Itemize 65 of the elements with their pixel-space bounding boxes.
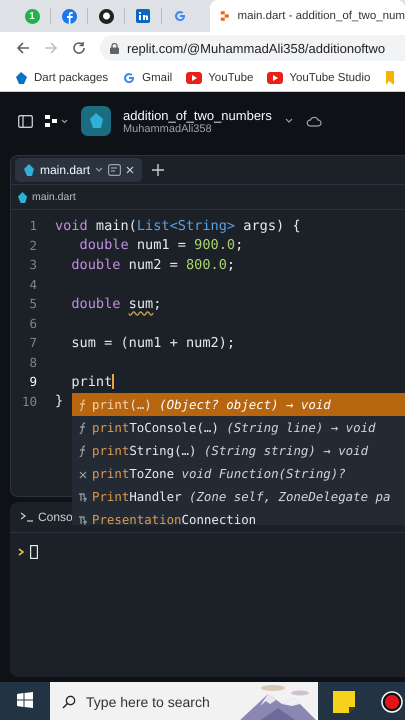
text-cursor bbox=[30, 545, 38, 559]
pinned-tab-icon[interactable] bbox=[98, 8, 114, 24]
record-icon[interactable] bbox=[381, 691, 403, 713]
replit-icon bbox=[220, 10, 230, 22]
code-line: double num2 = 800.0; bbox=[70, 256, 236, 273]
bookmark[interactable]: YouTube bbox=[186, 72, 254, 84]
completion-item[interactable]: printString(…) (String string) → void bbox=[72, 439, 405, 462]
dart-icon bbox=[14, 70, 28, 84]
line-number: 9 bbox=[28, 374, 38, 390]
completion-item[interactable]: printToZone void Function(String)? bbox=[72, 462, 405, 485]
back-icon[interactable] bbox=[16, 41, 30, 55]
reload-icon[interactable] bbox=[72, 41, 86, 55]
code-line: } bbox=[55, 393, 64, 410]
line-number: 3 bbox=[28, 257, 38, 272]
bookmark[interactable]: YouTube Studio bbox=[267, 72, 370, 84]
play-icon bbox=[186, 72, 202, 84]
project-logo[interactable] bbox=[81, 106, 111, 136]
tree-icon[interactable] bbox=[45, 114, 69, 128]
search-icon bbox=[62, 695, 76, 709]
code-line: print bbox=[70, 374, 112, 390]
code-line: double sum; bbox=[70, 296, 162, 312]
preview-icon[interactable] bbox=[108, 164, 122, 176]
google-icon bbox=[122, 70, 136, 84]
play-icon bbox=[267, 72, 284, 84]
completion-item[interactable]: printToConsole(…) (String line) → void bbox=[72, 416, 405, 439]
prompt-icon bbox=[18, 548, 24, 556]
dart-icon bbox=[17, 192, 28, 202]
project-title[interactable]: addition_of_two_numbers bbox=[123, 108, 272, 122]
dart-icon bbox=[23, 164, 35, 176]
code-line: sum = (num1 + num2); bbox=[70, 334, 236, 351]
windows-icon[interactable] bbox=[17, 692, 33, 708]
add-tab-icon[interactable] bbox=[152, 164, 164, 176]
completion-item[interactable]: PresentationConnection bbox=[72, 508, 405, 525]
line-number: 2 bbox=[28, 238, 38, 253]
project-owner: MuhammadAli358 bbox=[123, 122, 212, 134]
line-number: 1 bbox=[28, 218, 38, 234]
address-bar[interactable]: replit.com/@MuhammadAli358/additionoftwo bbox=[100, 35, 405, 61]
line-number: 6 bbox=[28, 316, 38, 331]
close-icon[interactable] bbox=[126, 166, 134, 174]
chevron-icon[interactable] bbox=[95, 167, 104, 173]
line-number: 5 bbox=[28, 296, 38, 312]
line-number: 4 bbox=[28, 276, 38, 292]
line-number: 8 bbox=[28, 354, 38, 370]
function-kind-icon bbox=[78, 444, 88, 458]
bookmark[interactable]: Dart packages bbox=[14, 70, 108, 84]
console-tab[interactable]: Conso bbox=[38, 510, 73, 524]
sidebar-icon[interactable] bbox=[18, 114, 33, 128]
completion-item[interactable]: print(…) (Object? object) → void bbox=[72, 393, 405, 416]
line-number: 7 bbox=[28, 335, 38, 350]
cloud-icon bbox=[306, 115, 322, 127]
bookmark[interactable]: Gmail bbox=[122, 70, 172, 84]
breadcrumb[interactable]: main.dart bbox=[32, 191, 76, 203]
function-kind-icon bbox=[78, 398, 88, 412]
code-line: void main(List<String> args) { bbox=[55, 218, 301, 234]
completion-item[interactable]: PrintHandler (Zone self, ZoneDelegate pa bbox=[72, 485, 405, 508]
line-number: 10 bbox=[20, 394, 38, 409]
chevron-icon[interactable] bbox=[284, 117, 294, 125]
browser-tab[interactable]: main.dart - addition_of_two_num bbox=[210, 0, 405, 32]
google-icon bbox=[173, 9, 187, 23]
lock-icon bbox=[110, 42, 119, 54]
file-tab[interactable]: main.dart bbox=[15, 158, 142, 182]
terminal-icon bbox=[20, 512, 34, 522]
sticky-notes-icon[interactable] bbox=[333, 691, 355, 713]
code-line: double num1 = 900.0; bbox=[78, 237, 244, 254]
function-kind-icon bbox=[78, 420, 88, 434]
